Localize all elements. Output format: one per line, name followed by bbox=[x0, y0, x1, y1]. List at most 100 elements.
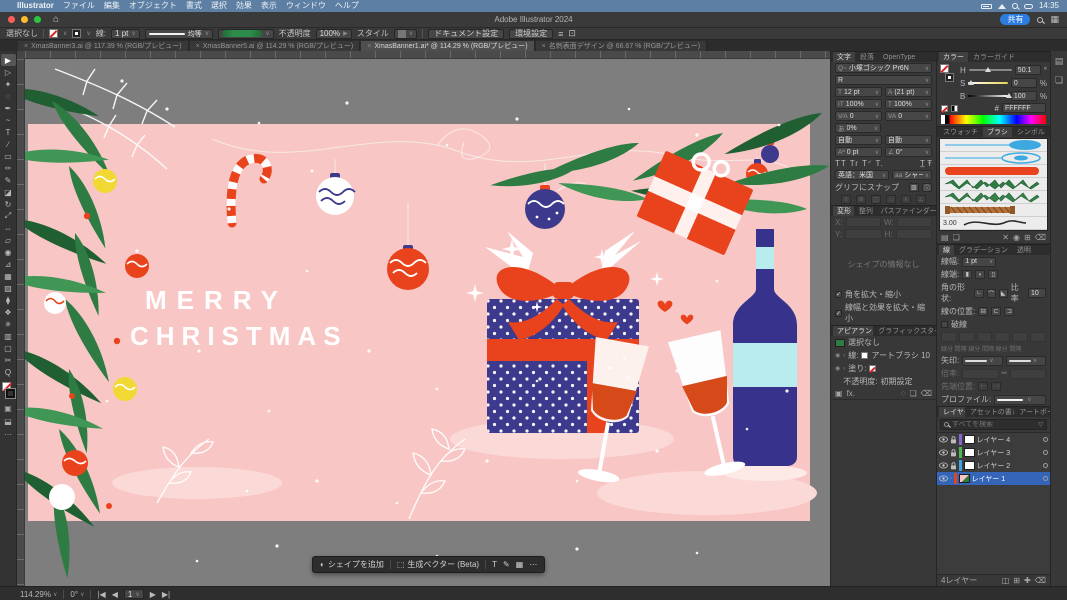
glyph-guide-icon-2[interactable]: ≣ bbox=[856, 195, 866, 204]
layer-thumbnail[interactable] bbox=[964, 448, 975, 457]
color-spectrum-bar[interactable] bbox=[941, 115, 1046, 124]
align-center-button[interactable]: ⊟ bbox=[978, 307, 988, 316]
fill-color-swatch[interactable] bbox=[49, 29, 58, 38]
stroke-dropdown-icon[interactable]: ∨ bbox=[86, 30, 90, 37]
artboard-nav-first[interactable]: |◀ bbox=[97, 590, 105, 599]
vertical-ruler[interactable] bbox=[17, 59, 25, 586]
miter-limit-field[interactable]: 10 bbox=[1028, 288, 1046, 298]
curvature-tool[interactable]: ~ bbox=[1, 114, 16, 126]
direct-selection-tool[interactable]: ▷ bbox=[1, 66, 16, 78]
brush-item-calligraphic[interactable]: 3.00 bbox=[940, 217, 1047, 230]
pencil-tool[interactable]: ✎ bbox=[1, 174, 16, 186]
menu-item-4[interactable]: 書式 bbox=[186, 0, 202, 12]
dock-libraries-icon[interactable]: ▤ bbox=[1055, 56, 1064, 67]
fill-stroke-indicator[interactable] bbox=[2, 382, 15, 398]
control-center-icon[interactable] bbox=[1024, 4, 1033, 9]
document-tab[interactable]: ×XmasBanner3.ai @ 117.39 % (RGB/プレビュー) bbox=[18, 41, 189, 51]
tab-asset-export[interactable]: アセットの書き出し bbox=[966, 407, 1014, 417]
glyph-guide-icon-5[interactable]: ∧ bbox=[901, 195, 911, 204]
arrow-start-dropdown[interactable]: ∨ bbox=[962, 356, 1002, 366]
paintbrush-tool[interactable]: ✑ bbox=[1, 162, 16, 174]
layer-target-icon[interactable] bbox=[1043, 476, 1048, 481]
variable-width-dropdown[interactable]: 均等∨ bbox=[145, 29, 213, 39]
style-picker-icon[interactable]: ✎ bbox=[503, 560, 510, 569]
stroke-color-swatch[interactable] bbox=[72, 29, 81, 38]
menu-item-8[interactable]: ウィンドウ bbox=[286, 0, 326, 12]
stroke-weight-panel-field[interactable]: 1 pt∨ bbox=[962, 257, 996, 267]
tab-swatches[interactable]: スウォッチ bbox=[939, 127, 982, 137]
artwork-title-line2[interactable]: CHRISTMAS bbox=[130, 321, 348, 351]
saturation-slider[interactable] bbox=[968, 82, 1008, 85]
delete-layer-icon[interactable]: ⌫ bbox=[1035, 576, 1046, 585]
document-tab[interactable]: ×XmasBanner5.ai @ 114.29 % (RGB/プレビュー) bbox=[190, 41, 361, 51]
layer-thumbnail[interactable] bbox=[959, 474, 970, 483]
hex-field[interactable]: FFFFFF bbox=[1002, 103, 1046, 113]
type-tool[interactable]: T bbox=[1, 126, 16, 138]
layer-target-icon[interactable] bbox=[1043, 463, 1048, 468]
magic-wand-tool[interactable]: ✦ bbox=[1, 78, 16, 90]
libraries-panel-icon[interactable]: ❏ bbox=[953, 233, 960, 242]
saturation-value-field[interactable]: 0 bbox=[1011, 78, 1037, 88]
layer-target-icon[interactable] bbox=[1043, 437, 1048, 442]
corner-round-button[interactable]: ⌒ bbox=[987, 289, 996, 298]
corner-miter-button[interactable]: ∟ bbox=[974, 289, 983, 298]
layer-name[interactable]: レイヤー 4 bbox=[977, 435, 1042, 445]
close-tab-icon[interactable]: × bbox=[542, 43, 546, 50]
delete-item-icon[interactable]: ⌫ bbox=[921, 389, 932, 398]
layer-row[interactable]: ›レイヤー 1 bbox=[937, 472, 1050, 485]
stroke-weight-field[interactable]: 1 pt∨ bbox=[111, 29, 140, 39]
arrange-options-icon[interactable]: ⊡ bbox=[568, 28, 576, 39]
font-style-field[interactable]: R∨ bbox=[835, 75, 932, 85]
rotation-dropdown[interactable]: 0°∨ bbox=[70, 590, 84, 599]
leading-field[interactable]: A(21 pt)∨ bbox=[885, 87, 932, 97]
cap-round-button[interactable]: ◗ bbox=[975, 270, 985, 279]
brush-libraries-icon[interactable]: ▤ bbox=[941, 233, 949, 242]
brightness-slider[interactable] bbox=[968, 95, 1008, 98]
add-shape-button[interactable]: ◐シェイプを追加 bbox=[320, 559, 384, 570]
graph-tool[interactable]: ▥ bbox=[1, 330, 16, 342]
options-of-object-icon[interactable]: ◉ bbox=[1013, 233, 1020, 242]
scale-tool[interactable]: ⤢ bbox=[1, 210, 16, 222]
menu-item-3[interactable]: オブジェクト bbox=[129, 0, 177, 12]
color-fill-proxy[interactable] bbox=[940, 64, 949, 73]
artboard-nav-prev[interactable]: ◀ bbox=[112, 590, 118, 599]
artboard-nav-next[interactable]: ▶ bbox=[150, 590, 156, 599]
menubar-clock[interactable]: 14:35 bbox=[1039, 0, 1059, 12]
zoom-window-button[interactable] bbox=[34, 16, 41, 23]
tab-graphic-styles[interactable]: グラフィックスタイル bbox=[874, 326, 936, 336]
close-tab-icon[interactable]: × bbox=[367, 43, 371, 50]
aki-field[interactable]: あ0%∨ bbox=[835, 123, 881, 133]
tab-align[interactable]: 整列 bbox=[855, 206, 876, 216]
cap-butt-button[interactable]: ▮ bbox=[962, 270, 972, 279]
width-profile-dropdown[interactable]: 均等∨ bbox=[994, 395, 1046, 405]
lock-icon[interactable] bbox=[950, 436, 957, 444]
bw-swatch[interactable] bbox=[951, 105, 958, 112]
spotlight-search-icon[interactable] bbox=[1012, 3, 1018, 9]
mesh-tool[interactable]: ▦ bbox=[1, 270, 16, 282]
visibility-eye-icon[interactable] bbox=[939, 462, 948, 469]
visibility-eye-icon[interactable] bbox=[939, 475, 948, 482]
slice-tool[interactable]: ✂ bbox=[1, 354, 16, 366]
document-tab[interactable]: ×名刺表面デザイン @ 66.67 % (RGB/プレビュー) bbox=[536, 41, 708, 51]
tab-color[interactable]: カラー bbox=[939, 52, 968, 62]
new-layer-icon[interactable]: ✚ bbox=[1024, 576, 1031, 585]
tab-color-guide[interactable]: カラーガイド bbox=[969, 52, 1019, 62]
type-button[interactable]: T bbox=[492, 560, 497, 569]
new-effect-icon[interactable]: fx. bbox=[847, 389, 855, 398]
none-swatch[interactable] bbox=[941, 105, 948, 112]
preferences-button[interactable]: 環境設定 bbox=[509, 29, 553, 39]
fill-dropdown-icon[interactable]: ∨ bbox=[63, 30, 67, 37]
appearance-opacity-value[interactable]: 初期設定 bbox=[880, 376, 912, 387]
new-stroke-icon[interactable]: ▣ bbox=[835, 389, 843, 398]
artboard-view[interactable]: MERRY CHRISTMAS bbox=[17, 51, 830, 586]
cap-projecting-button[interactable]: ▯ bbox=[988, 270, 998, 279]
canvas-area[interactable]: MERRY CHRISTMAS bbox=[17, 51, 830, 586]
visibility-eye-icon[interactable] bbox=[939, 436, 948, 443]
home-icon[interactable]: ⌂ bbox=[53, 14, 59, 25]
glyph-guide-icon-1[interactable]: ≡ bbox=[841, 195, 851, 204]
make-mask-icon[interactable]: ◫ bbox=[1002, 576, 1010, 585]
tab-brushes[interactable]: ブラシ bbox=[983, 127, 1012, 137]
edit-toolbar-icon[interactable]: ⋯ bbox=[4, 430, 12, 439]
style-dropdown[interactable]: ∨ bbox=[394, 29, 417, 39]
menu-item-0[interactable]: Illustrator bbox=[17, 0, 54, 12]
